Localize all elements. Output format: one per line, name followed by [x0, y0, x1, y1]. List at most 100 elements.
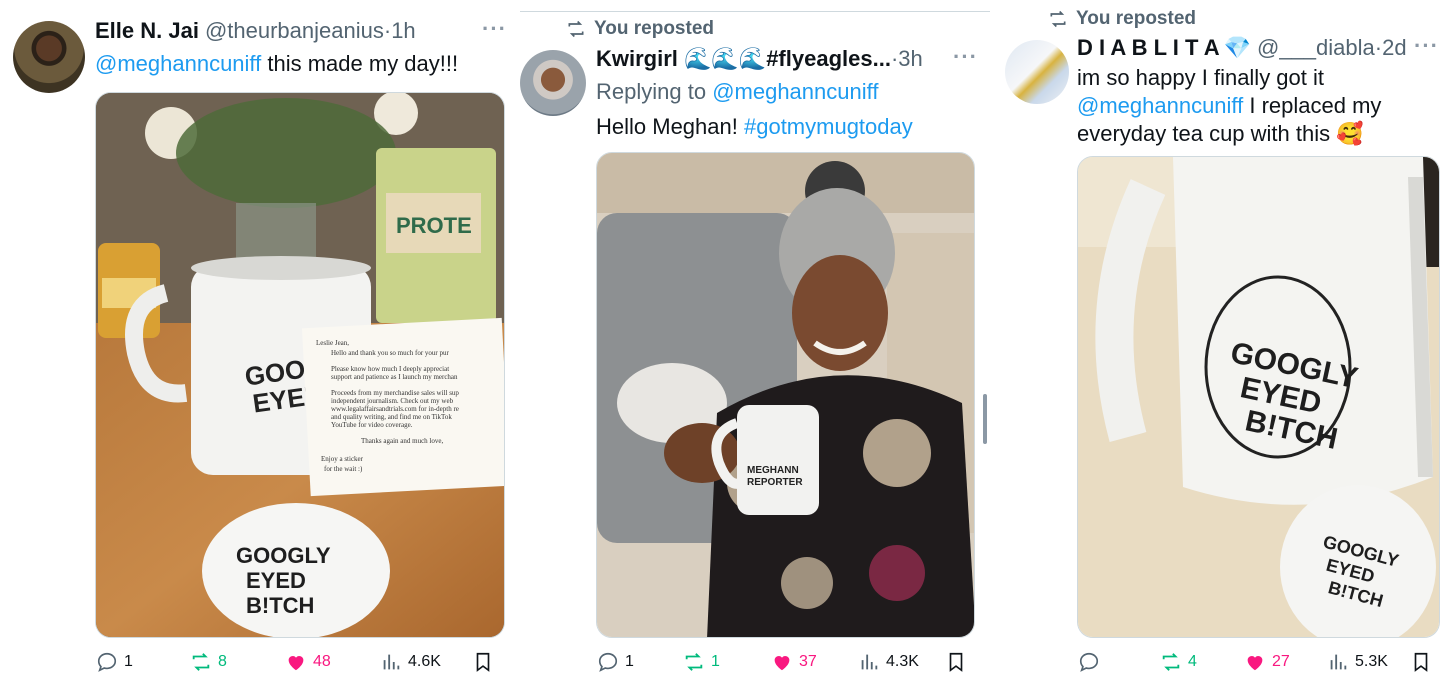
like-button[interactable]: 27: [1244, 651, 1290, 673]
heart-icon: [1247, 656, 1263, 671]
repost-indicator: You reposted: [566, 18, 714, 40]
mention-link[interactable]: @meghanncuniff: [1077, 93, 1243, 118]
post-time[interactable]: 3h: [898, 46, 922, 72]
repost-icon: [685, 653, 703, 671]
post-header: Kwirgirl 🌊🌊🌊#flyeagles... · 3h: [596, 46, 923, 72]
bookmark-button[interactable]: [472, 651, 494, 673]
repost-icon: [1162, 653, 1180, 671]
post-text-body: Hello Meghan!: [596, 114, 744, 139]
svg-text:Proceeds from my merchandise s: Proceeds from my merchandise sales will …: [331, 389, 459, 397]
repost-count: 1: [711, 653, 720, 670]
svg-text:EYED: EYED: [246, 568, 306, 593]
repost-icon: [1050, 10, 1066, 28]
more-options-icon[interactable]: ···: [482, 16, 507, 42]
bookmark-icon: [949, 652, 963, 672]
verified-emoji-icon: 💎: [1223, 35, 1251, 60]
post-image[interactable]: PROTE GOOGLY EYED Leslie Jean, Hello and…: [95, 92, 505, 638]
more-options-icon[interactable]: ···: [1414, 33, 1439, 59]
post-header: Elle N. Jai @theurbanjeanius · 1h: [95, 18, 416, 44]
repost-count: 8: [218, 653, 227, 670]
post-header: D I A B L I T A 💎 @___diabla · 2d: [1077, 35, 1407, 61]
reply-icon: [1079, 652, 1099, 672]
reply-context: Replying to @meghanncuniff: [596, 78, 878, 106]
svg-text:REPORTER: REPORTER: [747, 477, 803, 488]
post-time[interactable]: 2d: [1382, 35, 1406, 61]
scrollbar-thumb[interactable]: [983, 394, 987, 444]
repost-count: 4: [1188, 653, 1197, 670]
avatar[interactable]: [520, 50, 586, 116]
repost-label: You reposted: [594, 18, 714, 39]
author-name[interactable]: Kwirgirl 🌊🌊🌊#flyeagles...: [596, 46, 891, 72]
svg-text:www.legalaffairsandtrials.com: www.legalaffairsandtrials.com for in-dep…: [331, 405, 459, 413]
reply-button[interactable]: 1: [96, 651, 133, 673]
repost-label: You reposted: [1076, 8, 1196, 29]
like-button[interactable]: 37: [771, 651, 817, 673]
repost-button[interactable]: 4: [1160, 651, 1197, 673]
separator-dot: ·: [383, 18, 392, 43]
views-icon: [861, 654, 878, 670]
svg-text:for the wait :): for the wait :): [324, 465, 363, 473]
svg-text:GOOGLY: GOOGLY: [236, 543, 331, 568]
post-time[interactable]: 1h: [391, 18, 415, 44]
author-name[interactable]: Elle N. Jai: [95, 18, 199, 44]
post-text: Hello Meghan! #gotmymugtoday: [596, 113, 913, 141]
author-name[interactable]: D I A B L I T A: [1077, 35, 1220, 61]
views-button[interactable]: 4.6K: [380, 651, 441, 673]
repost-button[interactable]: 1: [683, 651, 720, 673]
post-text-line: im so happy I finally got it: [1077, 65, 1325, 90]
post-image[interactable]: MEGHANN REPORTER: [596, 152, 975, 638]
svg-text:MEGHANN: MEGHANN: [747, 465, 799, 476]
view-count: 5.3K: [1355, 653, 1388, 670]
bookmark-button[interactable]: [945, 651, 967, 673]
reply-icon: [598, 652, 618, 672]
photo-mug-and-coaster: PROTE GOOGLY EYED Leslie Jean, Hello and…: [96, 93, 504, 637]
more-options-icon[interactable]: ···: [953, 44, 978, 70]
svg-text:Hello and thank you so much fo: Hello and thank you so much for your pur: [331, 349, 449, 357]
reply-button[interactable]: 1: [597, 651, 634, 673]
svg-text:Please know how much I deeply: Please know how much I deeply appreciat: [331, 365, 449, 373]
avatar[interactable]: [13, 21, 85, 93]
bookmark-button[interactable]: [1410, 651, 1432, 673]
heart-icon: [774, 656, 790, 671]
post-text-body: this made my day!!!: [261, 51, 459, 76]
avatar[interactable]: [1005, 40, 1069, 104]
post-text-line: everyday tea cup with this 🥰: [1077, 121, 1364, 146]
post-text: @meghanncuniff this made my day!!!: [95, 50, 458, 78]
photo-woman-with-mug: MEGHANN REPORTER: [597, 153, 974, 637]
views-icon: [1330, 654, 1347, 670]
reply-count: 1: [625, 653, 634, 670]
repost-button[interactable]: 8: [190, 651, 227, 673]
view-count: 4.6K: [408, 653, 441, 670]
reply-icon: [97, 652, 117, 672]
repost-indicator: You reposted: [1048, 8, 1196, 30]
repost-icon: [192, 653, 210, 671]
repost-icon: [568, 20, 584, 38]
mention-link[interactable]: @meghanncuniff: [712, 79, 878, 104]
svg-text:Thanks again and much love,: Thanks again and much love,: [361, 437, 443, 445]
view-count: 4.3K: [886, 653, 919, 670]
author-handle[interactable]: @___diabla: [1257, 35, 1375, 61]
post-image[interactable]: GOOGLY EYED B!TCH GOOGLY EYED B!TCH: [1077, 156, 1440, 638]
like-count: 37: [799, 653, 817, 670]
views-button[interactable]: 5.3K: [1327, 651, 1388, 673]
views-icon: [383, 654, 400, 670]
svg-text:PROTE: PROTE: [396, 213, 472, 238]
svg-text:Enjoy a sticker: Enjoy a sticker: [321, 455, 364, 463]
reply-count: 1: [124, 653, 133, 670]
column-divider: [520, 11, 990, 12]
like-count: 27: [1272, 653, 1290, 670]
reply-prefix: Replying to: [596, 79, 713, 104]
photo-mug-closeup: GOOGLY EYED B!TCH GOOGLY EYED B!TCH: [1078, 157, 1439, 637]
like-count: 48: [313, 653, 331, 670]
svg-text:and quality writing, and find: and quality writing, and find me on TikT…: [331, 413, 452, 421]
views-button[interactable]: 4.3K: [858, 651, 919, 673]
separator-dot: ·: [1374, 35, 1383, 60]
svg-text:YouTube for video coverage.: YouTube for video coverage.: [331, 421, 413, 429]
hashtag-link[interactable]: #gotmymugtoday: [744, 114, 913, 139]
reply-button[interactable]: [1078, 651, 1106, 673]
like-button[interactable]: 48: [285, 651, 331, 673]
post-text-body: I replaced my: [1243, 93, 1382, 118]
mention-link[interactable]: @meghanncuniff: [95, 51, 261, 76]
svg-text:support and patience as I laun: support and patience as I launch my merc…: [331, 373, 458, 381]
author-handle[interactable]: @theurbanjeanius: [205, 18, 384, 44]
